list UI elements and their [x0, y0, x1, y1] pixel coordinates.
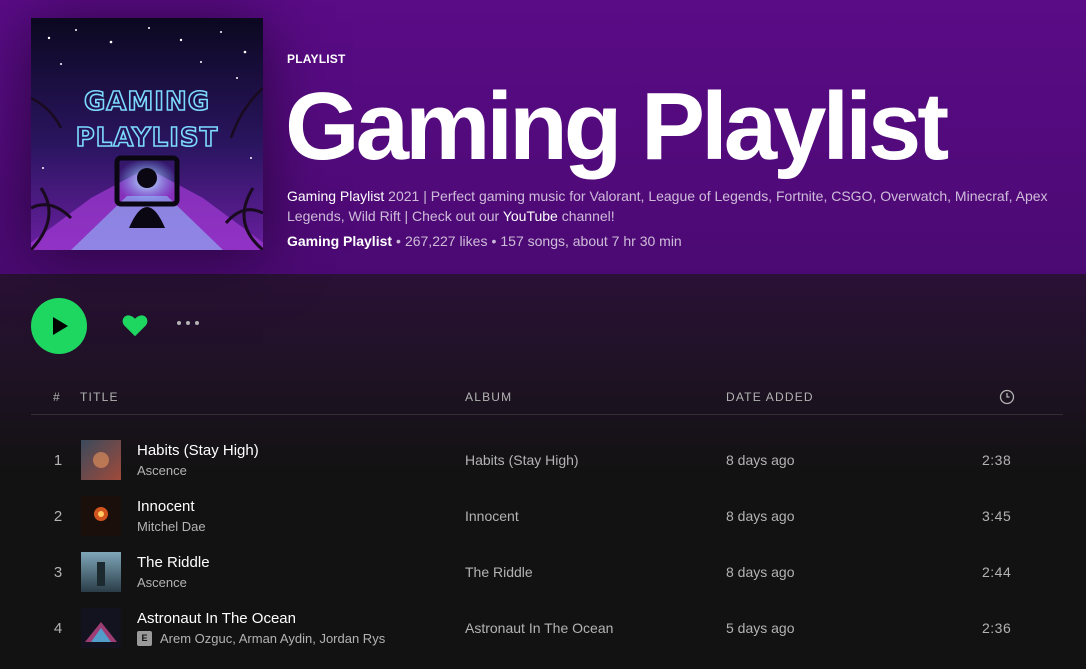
- track-thumbnail: [81, 552, 121, 592]
- description-playlist-name: Gaming Playlist: [287, 188, 385, 204]
- track-album[interactable]: Innocent: [465, 508, 519, 524]
- page-title: Gaming Playlist: [285, 73, 949, 180]
- tracklist-header: # TITLE ALBUM DATE ADDED: [31, 382, 1063, 415]
- meta-separator: •: [491, 233, 497, 249]
- explicit-badge: E: [137, 631, 152, 646]
- track-number: 2: [53, 508, 63, 525]
- header-date-added[interactable]: DATE ADDED: [726, 390, 814, 404]
- youtube-link[interactable]: YouTube: [503, 208, 558, 224]
- play-icon: [53, 317, 68, 335]
- track-date-added: 8 days ago: [726, 508, 795, 524]
- header-title[interactable]: TITLE: [80, 390, 119, 404]
- track-album[interactable]: Astronaut In The Ocean: [465, 620, 613, 636]
- track-number: 1: [53, 452, 63, 469]
- playlist-meta: Gaming Playlist • 267,227 likes • 157 songs,…: [287, 233, 682, 249]
- track-duration: 3:45: [982, 508, 1012, 524]
- track-title[interactable]: Innocent: [137, 498, 195, 515]
- track-duration: 2:36: [982, 620, 1012, 636]
- owner-link[interactable]: Gaming Playlist: [287, 233, 392, 249]
- header-duration[interactable]: [999, 389, 1015, 408]
- track-date-added: 8 days ago: [726, 564, 795, 580]
- description-text: 2021 | Perfect gaming music for Valorant…: [287, 188, 1048, 224]
- track-title[interactable]: Astronaut In The Ocean: [137, 610, 296, 627]
- track-duration: 2:44: [982, 564, 1012, 580]
- track-artist[interactable]: Mitchel Dae: [137, 519, 206, 534]
- heart-icon: [122, 315, 148, 337]
- track-album[interactable]: The Riddle: [465, 564, 533, 580]
- like-button[interactable]: [120, 310, 150, 340]
- songs-summary: 157 songs, about 7 hr 30 min: [500, 233, 682, 249]
- track-artist[interactable]: Arem Ozguc, Arman Aydin, Jordan Rys: [160, 631, 385, 646]
- track-row[interactable]: 4 Astronaut In The Ocean E Arem Ozguc, A…: [31, 600, 1063, 656]
- track-title[interactable]: The Riddle: [137, 554, 210, 571]
- track-number: 3: [53, 564, 63, 581]
- track-date-added: 5 days ago: [726, 620, 795, 636]
- track-row[interactable]: 2 Innocent Mitchel Dae Innocent 8 days a…: [31, 488, 1063, 544]
- track-album[interactable]: Habits (Stay High): [465, 452, 579, 468]
- header-album[interactable]: ALBUM: [465, 390, 512, 404]
- track-duration: 2:38: [982, 452, 1012, 468]
- cover-text-line2: PLAYLIST: [76, 123, 219, 153]
- track-artist[interactable]: Ascence: [137, 575, 187, 590]
- track-thumbnail: [81, 608, 121, 648]
- track-row[interactable]: 3 The Riddle Ascence The Riddle 8 days a…: [31, 544, 1063, 600]
- track-title[interactable]: Habits (Stay High): [137, 442, 259, 459]
- more-icon-dot: [186, 321, 190, 325]
- description-text-end: channel!: [557, 208, 615, 224]
- meta-separator: •: [396, 233, 401, 249]
- header-number: #: [53, 390, 61, 404]
- likes-count: 267,227 likes: [404, 233, 488, 249]
- clock-icon: [999, 389, 1015, 405]
- cover-text-line1: GAMING: [84, 87, 210, 117]
- track-row[interactable]: 1 Habits (Stay High) Ascence Habits (Sta…: [31, 432, 1063, 488]
- track-thumbnail: [81, 440, 121, 480]
- track-number: 4: [53, 620, 63, 637]
- track-thumbnail: [81, 496, 121, 536]
- track-date-added: 8 days ago: [726, 452, 795, 468]
- playlist-description: Gaming Playlist 2021 | Perfect gaming mu…: [287, 186, 1077, 226]
- track-artist-line: E Arem Ozguc, Arman Aydin, Jordan Rys: [137, 631, 385, 646]
- playlist-type-label: PLAYLIST: [287, 52, 346, 66]
- more-icon-dot: [177, 321, 181, 325]
- more-icon-dot: [195, 321, 199, 325]
- playlist-cover-image: GAMING PLAYLIST: [31, 18, 263, 250]
- track-artist[interactable]: Ascence: [137, 463, 187, 478]
- more-options-button[interactable]: [177, 313, 207, 333]
- play-button[interactable]: [31, 298, 87, 354]
